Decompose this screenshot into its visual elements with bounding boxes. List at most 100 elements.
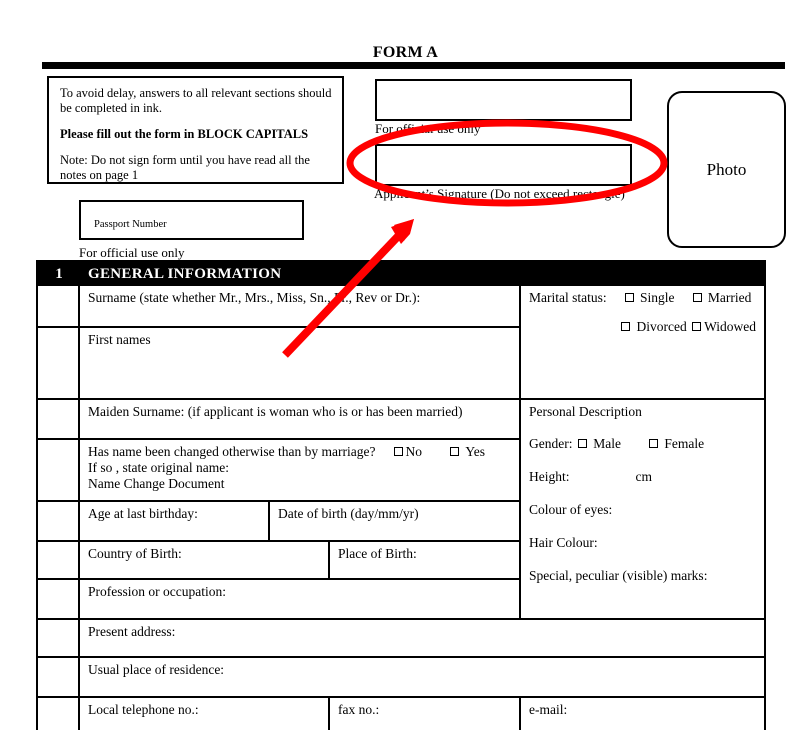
form-page: FORM A To avoid delay, answers to all re…	[0, 0, 811, 730]
table-row: Surname (state whether Mr., Mrs., Miss, …	[36, 284, 767, 400]
name-change-cell[interactable]: Has name been changed otherwise than by …	[78, 438, 521, 502]
marital-option-single: Single	[640, 290, 675, 305]
photo-placeholder[interactable]: Photo	[667, 91, 786, 248]
passport-number-label: Passport Number	[94, 219, 167, 230]
row-marker-cell[interactable]	[36, 656, 80, 698]
first-names-cell[interactable]: First names	[78, 326, 521, 400]
section-number: 1	[36, 260, 80, 286]
country-of-birth-label: Country of Birth:	[88, 546, 182, 561]
special-marks-label: Special, peculiar (visible) marks:	[529, 568, 708, 583]
general-information-table: 1 GENERAL INFORMATION Surname (state whe…	[36, 260, 767, 730]
checkbox-female-icon[interactable]	[648, 439, 658, 448]
passport-number-field[interactable]: Passport Number	[79, 200, 304, 240]
passport-official-use-caption: For official use only	[79, 245, 185, 260]
applicant-signature-caption: Applicant’s Signature (Do not exceed rec…	[374, 186, 625, 201]
place-of-birth-label: Place of Birth:	[338, 546, 417, 561]
gender-label: Gender:	[529, 436, 573, 451]
surname-label: Surname (state whether Mr., Mrs., Miss, …	[88, 290, 421, 305]
row-marker-cell[interactable]	[36, 500, 80, 542]
date-of-birth-cell[interactable]: Date of birth (day/mm/yr)	[268, 500, 521, 542]
row-marker-cell[interactable]	[36, 578, 80, 620]
signature-pointer-arrow-head	[394, 219, 414, 241]
usual-residence-cell[interactable]: Usual place of residence:	[77, 656, 767, 698]
row-marker-cell[interactable]	[36, 438, 80, 502]
name-change-question-row: Has name been changed otherwise than by …	[88, 444, 513, 460]
country-of-birth-cell[interactable]: Country of Birth:	[78, 540, 330, 580]
age-label: Age at last birthday:	[88, 506, 198, 521]
eye-colour-row: Colour of eyes:	[529, 502, 758, 518]
height-label: Height:	[529, 469, 570, 484]
instruction-line-2: Please fill out the form in BLOCK CAPITA…	[60, 127, 309, 141]
special-marks-row: Special, peculiar (visible) marks:	[529, 568, 758, 584]
maiden-surname-label: Maiden Surname: (if applicant is woman w…	[88, 404, 463, 419]
official-use-field[interactable]	[375, 79, 632, 121]
photo-label: Photo	[706, 159, 747, 179]
row-marker-cell[interactable]	[36, 326, 80, 400]
date-of-birth-label: Date of birth (day/mm/yr)	[278, 506, 419, 521]
instruction-line-1: To avoid delay, answers to all relevant …	[60, 86, 332, 115]
email-label: e-mail:	[529, 702, 568, 717]
row-marker-cell[interactable]	[36, 540, 80, 580]
surname-cell[interactable]: Surname (state whether Mr., Mrs., Miss, …	[78, 284, 521, 328]
marital-status-row-2: Divorced Widowed	[529, 319, 758, 335]
place-of-birth-cell[interactable]: Place of Birth:	[328, 540, 521, 580]
marital-option-widowed: Widowed	[704, 319, 757, 334]
name-change-document-row: Name Change Document	[88, 476, 225, 491]
table-row: Present address:	[36, 618, 767, 658]
local-telephone-cell[interactable]: Local telephone no.:	[78, 696, 330, 730]
personal-description-cell[interactable]: Personal Description Gender: Male Female…	[518, 398, 767, 620]
instructions-box: To avoid delay, answers to all relevant …	[47, 76, 344, 184]
header-divider	[42, 62, 785, 69]
local-telephone-label: Local telephone no.:	[88, 702, 199, 717]
present-address-label: Present address:	[88, 624, 176, 639]
checkbox-name-change-no-icon[interactable]	[393, 447, 403, 456]
row-marker-cell[interactable]	[36, 398, 80, 440]
checkbox-married-icon[interactable]	[692, 293, 702, 302]
first-names-label: First names	[88, 332, 151, 347]
name-change-option-no: No	[405, 444, 423, 459]
table-row: Local telephone no.: fax no.: e-mail:	[36, 696, 767, 730]
checkbox-name-change-yes-icon[interactable]	[450, 447, 460, 456]
applicant-signature-field[interactable]	[375, 144, 632, 186]
gender-option-female: Female	[664, 436, 705, 451]
hair-colour-label: Hair Colour:	[529, 535, 598, 550]
fax-label: fax no.:	[338, 702, 380, 717]
age-cell[interactable]: Age at last birthday:	[78, 500, 270, 542]
marital-status-cell[interactable]: Marital status: Single Married Divorced …	[518, 284, 767, 400]
personal-description-heading: Personal Description	[529, 404, 642, 419]
original-name-row: If so , state original name:	[88, 460, 229, 475]
fax-cell[interactable]: fax no.:	[328, 696, 521, 730]
eye-colour-label: Colour of eyes:	[529, 502, 613, 517]
maiden-surname-cell[interactable]: Maiden Surname: (if applicant is woman w…	[78, 398, 521, 440]
marital-option-married: Married	[707, 290, 752, 305]
section-header-row: 1 GENERAL INFORMATION	[36, 260, 767, 286]
marital-status-label: Marital status:	[529, 290, 607, 305]
profession-cell[interactable]: Profession or occupation:	[78, 578, 521, 620]
gender-option-male: Male	[593, 436, 621, 451]
table-row: Usual place of residence:	[36, 656, 767, 698]
checkbox-male-icon[interactable]	[577, 439, 587, 448]
checkbox-divorced-icon[interactable]	[621, 322, 631, 331]
usual-residence-label: Usual place of residence:	[88, 662, 225, 677]
table-row: Maiden Surname: (if applicant is woman w…	[36, 398, 767, 620]
marital-status-row-1: Marital status: Single Married	[529, 290, 758, 306]
row-marker-cell[interactable]	[36, 696, 80, 730]
marital-option-divorced: Divorced	[636, 319, 687, 334]
height-row: Height: cm	[529, 469, 758, 485]
hair-colour-row: Hair Colour:	[529, 535, 758, 551]
section-title: GENERAL INFORMATION	[77, 260, 767, 286]
email-cell[interactable]: e-mail:	[518, 696, 767, 730]
gender-row: Gender: Male Female	[529, 436, 758, 452]
profession-label: Profession or occupation:	[88, 584, 226, 599]
signature-pointer-arrow-head-fill	[391, 219, 414, 244]
row-marker-cell[interactable]	[36, 618, 80, 658]
name-change-question: Has name been changed otherwise than by …	[88, 444, 376, 459]
checkbox-single-icon[interactable]	[624, 293, 634, 302]
checkbox-widowed-icon[interactable]	[692, 322, 702, 331]
name-change-option-yes: Yes	[465, 444, 486, 459]
present-address-cell[interactable]: Present address:	[77, 618, 767, 658]
official-use-caption: For official use only	[375, 121, 481, 136]
page-title: FORM A	[372, 44, 439, 61]
row-marker-cell[interactable]	[36, 284, 80, 328]
instruction-line-3: Note: Do not sign form until you have re…	[60, 153, 310, 182]
